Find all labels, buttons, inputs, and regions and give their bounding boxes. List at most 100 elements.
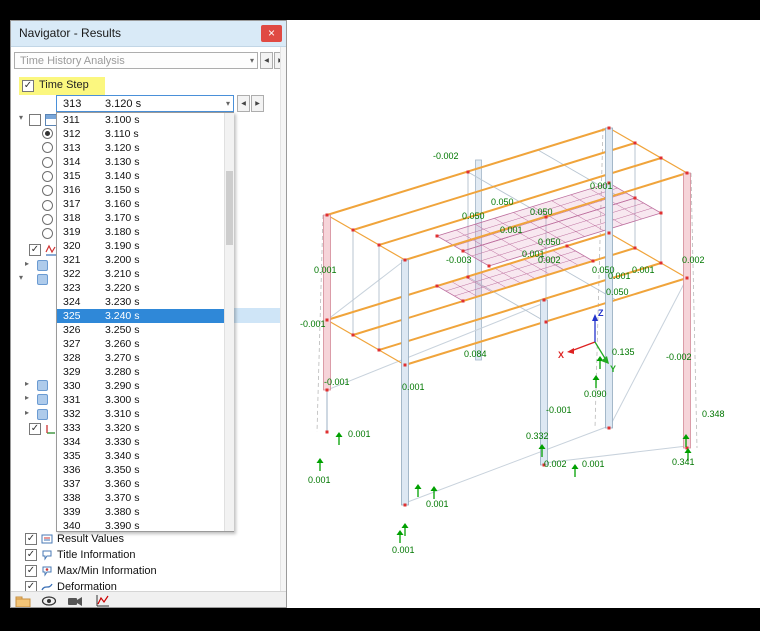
node-marker (377, 243, 381, 247)
result-annotation: 0.002 (682, 255, 705, 265)
result-type-radio[interactable] (42, 171, 53, 182)
node-marker (607, 126, 611, 130)
result-annotation: 0.001 (348, 429, 371, 439)
result-annotation: 0.001 (632, 265, 655, 275)
time-step-option[interactable]: 319 3.180 s (57, 225, 233, 239)
time-step-option[interactable]: 320 3.190 s (57, 239, 233, 253)
axis-y-label: Y (610, 364, 616, 374)
node-marker (659, 261, 663, 265)
node-marker (565, 244, 569, 248)
node-marker (607, 231, 611, 235)
node-marker (466, 170, 470, 174)
result-annotation: 0.001 (426, 499, 449, 509)
time-step-dropdown[interactable]: 311 3.100 s 312 3.110 s 313 3.120 s 314 3.130 s… (56, 112, 234, 532)
time-step-option[interactable]: 311 3.100 s (57, 113, 233, 127)
result-annotation: 0.332 (526, 431, 549, 441)
viewport-3d[interactable]: -0.002 0.001 0.050 0.050 0.050 0.001 0.050 0.00… (287, 20, 760, 608)
node-marker (466, 275, 470, 279)
time-step-option[interactable]: 317 3.160 s (57, 197, 233, 211)
result-annotation: 0.050 (462, 211, 485, 221)
time-step-option[interactable]: 335 3.340 s (57, 449, 233, 463)
result-annotation: 0.090 (584, 389, 607, 399)
node-marker (542, 298, 546, 302)
time-step-option[interactable]: 330 3.290 s (57, 379, 233, 393)
dropdown-scrollbar[interactable] (224, 113, 234, 531)
time-step-option[interactable]: 334 3.330 s (57, 435, 233, 449)
time-step-option[interactable]: 325 3.240 s (57, 309, 233, 323)
node-marker (435, 234, 439, 238)
time-step-option[interactable]: 321 3.200 s (57, 253, 233, 267)
time-step-option[interactable]: 313 3.120 s (57, 141, 233, 155)
time-step-option[interactable]: 318 3.170 s (57, 211, 233, 225)
result-annotation: 0.135 (612, 347, 635, 357)
result-type-radio[interactable] (42, 157, 53, 168)
node-marker (325, 430, 329, 434)
node-marker (685, 276, 689, 280)
result-annotation: -0.001 (324, 377, 350, 387)
time-step-option[interactable]: 324 3.230 s (57, 295, 233, 309)
result-type-radio[interactable] (42, 200, 53, 211)
axis-x-label: X (558, 350, 564, 360)
time-step-option[interactable]: 329 3.280 s (57, 365, 233, 379)
result-annotation: 0.001 (590, 181, 613, 191)
result-type-radio[interactable] (42, 228, 53, 239)
node-marker (377, 348, 381, 352)
result-annotation: 0.050 (491, 197, 514, 207)
node-marker (685, 171, 689, 175)
result-annotation: -0.002 (666, 352, 692, 362)
result-annotation: -0.002 (433, 151, 459, 161)
time-step-option[interactable]: 327 3.260 s (57, 337, 233, 351)
time-step-option[interactable]: 332 3.310 s (57, 407, 233, 421)
node-marker (659, 211, 663, 215)
navigator-panel: Navigator - Results × Time History Analy… (10, 20, 287, 608)
axis-z-label: Z (598, 308, 604, 318)
node-marker (461, 299, 465, 303)
result-annotation: -0.001 (546, 405, 572, 415)
result-annotation: -0.003 (446, 255, 472, 265)
node-marker (591, 259, 595, 263)
result-annotation: 0.001 (500, 225, 523, 235)
support-arrows (316, 356, 692, 543)
node-marker (487, 264, 491, 268)
node-marker (325, 388, 329, 392)
result-type-radio[interactable] (42, 214, 53, 225)
node-marker (351, 333, 355, 337)
result-annotation: 0.001 (582, 459, 605, 469)
time-step-option[interactable]: 337 3.360 s (57, 477, 233, 491)
result-annotation: 0.001 (402, 382, 425, 392)
node-marker (325, 213, 329, 217)
node-marker (544, 320, 548, 324)
result-annotation: 0.050 (538, 237, 561, 247)
node-marker (403, 363, 407, 367)
dropdown-scrollbar-thumb[interactable] (226, 171, 233, 245)
time-step-option[interactable]: 336 3.350 s (57, 463, 233, 477)
time-step-option[interactable]: 312 3.110 s (57, 127, 233, 141)
time-step-option[interactable]: 322 3.210 s (57, 267, 233, 281)
result-type-radio[interactable] (42, 142, 53, 153)
result-type-radio[interactable] (42, 128, 53, 139)
time-step-option[interactable]: 326 3.250 s (57, 323, 233, 337)
time-step-option[interactable]: 338 3.370 s (57, 491, 233, 505)
model-canvas[interactable]: -0.002 0.001 0.050 0.050 0.050 0.001 0.050 0.00… (287, 20, 760, 608)
time-step-option[interactable]: 315 3.140 s (57, 169, 233, 183)
result-annotation: 0.001 (314, 265, 337, 275)
time-step-option[interactable]: 333 3.320 s (57, 421, 233, 435)
time-step-option[interactable]: 340 3.390 s (57, 519, 233, 533)
time-step-option[interactable]: 314 3.130 s (57, 155, 233, 169)
brace-members (326, 259, 688, 504)
time-step-option[interactable]: 328 3.270 s (57, 351, 233, 365)
result-annotation: 0.050 (530, 207, 553, 217)
time-step-option[interactable]: 323 3.220 s (57, 281, 233, 295)
node-marker (325, 318, 329, 322)
result-annotation: 0.348 (702, 409, 725, 419)
time-step-option[interactable]: 339 3.380 s (57, 505, 233, 519)
node-marker (435, 284, 439, 288)
time-step-option[interactable]: 316 3.150 s (57, 183, 233, 197)
result-type-radio[interactable] (42, 185, 53, 196)
time-step-option[interactable]: 331 3.300 s (57, 393, 233, 407)
node-marker (633, 196, 637, 200)
node-marker (351, 228, 355, 232)
result-annotation: -0.001 (300, 319, 326, 329)
result-annotation: 0.002 (538, 255, 561, 265)
node-marker (461, 249, 465, 253)
